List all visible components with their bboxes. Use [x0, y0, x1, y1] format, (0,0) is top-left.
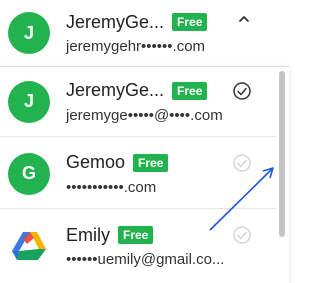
account-avatar: G	[8, 152, 50, 195]
account-email: ••••••uemily@gmail.co...	[66, 251, 225, 268]
current-account-avatar: J	[8, 12, 50, 54]
unselected-check-icon	[233, 154, 251, 172]
current-account-plan-badge: Free	[172, 13, 208, 31]
account-item[interactable]: J JeremyGe... Free jeremyge•••••@••••.co…	[0, 67, 276, 137]
chevron-up-icon[interactable]	[237, 12, 251, 26]
current-account-info: JeremyGe... Free jeremygehr••••••.com	[66, 11, 208, 55]
account-name: Emily	[66, 224, 110, 245]
account-plan-badge: Free	[118, 226, 154, 244]
account-plan-badge: Free	[172, 81, 208, 100]
account-item[interactable]: Emily Free ••••••uemily@gmail.co...	[0, 211, 276, 281]
selected-check-icon	[233, 82, 251, 100]
google-drive-logo-icon	[8, 225, 50, 267]
current-account-name: JeremyGe...	[66, 11, 165, 32]
unselected-check-icon	[233, 226, 251, 244]
dropdown-scrollbar[interactable]	[278, 67, 286, 283]
account-email: jeremyge•••••@••••.com	[66, 106, 223, 124]
account-switcher-dropdown: J JeremyGe... Free jeremyge•••••@••••.co…	[0, 66, 289, 283]
account-name: JeremyGe...	[66, 80, 165, 100]
current-account-email: jeremygehr••••••.com	[66, 38, 206, 55]
account-plan-badge: Free	[133, 153, 169, 172]
account-item[interactable]: G Gemoo Free •••••••••••.com	[0, 139, 276, 209]
account-email: •••••••••••.com	[66, 178, 157, 196]
account-name: Gemoo	[66, 152, 126, 172]
current-account-header[interactable]: J JeremyGe... Free jeremygehr••••••.com	[0, 0, 289, 66]
scrollbar-thumb[interactable]	[279, 71, 285, 237]
account-avatar: J	[8, 80, 50, 123]
